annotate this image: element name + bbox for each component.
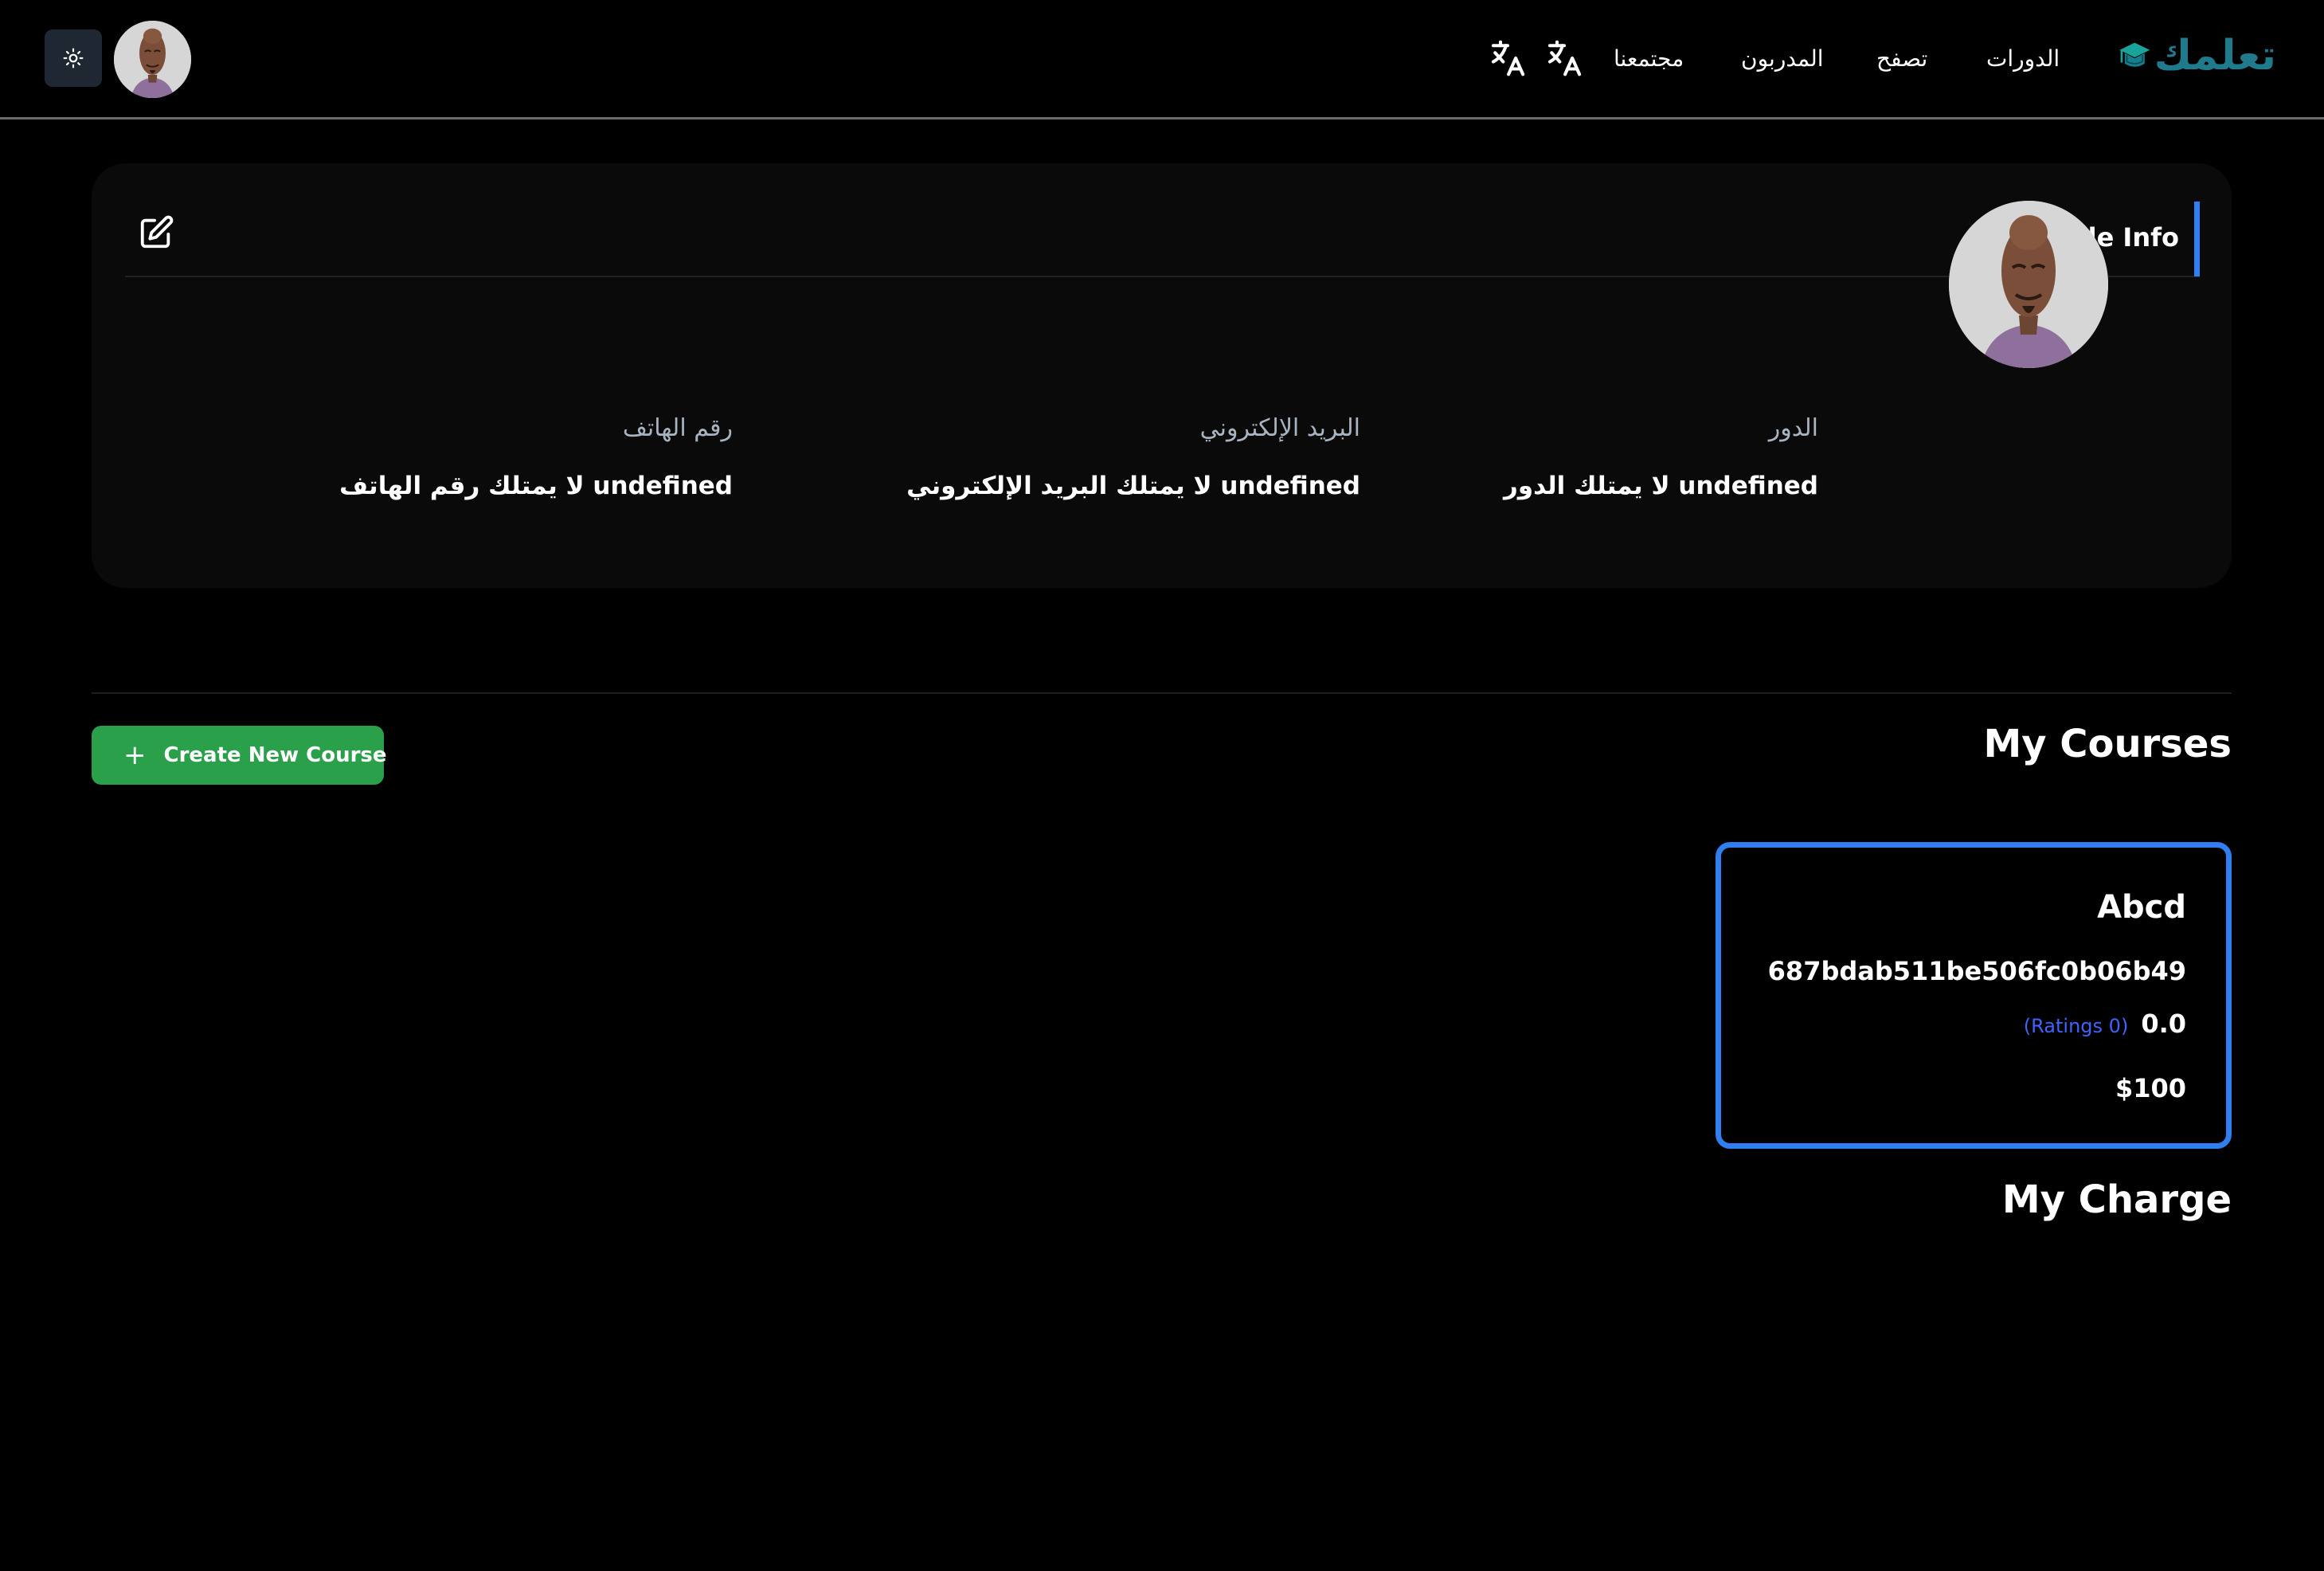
nav-link-browse[interactable]: تصفح [1876, 41, 1927, 76]
language-switch-button-alt[interactable] [1543, 36, 1586, 80]
site-logo[interactable]: تعلمك [2119, 29, 2277, 83]
edit-profile-button[interactable] [138, 214, 174, 251]
course-ratings-count: (Ratings 0) [2023, 1015, 2129, 1037]
my-courses-title: My Courses [1983, 722, 2232, 766]
language-switch-button[interactable] [1486, 36, 1529, 80]
section-divider [92, 692, 2232, 694]
translate-icon [1491, 40, 1525, 76]
title-accent-bar [2194, 202, 2200, 276]
course-price: $100 [2115, 1073, 2186, 1103]
email-field: البريد الإلكتروني undefined لا يمتلك الب… [803, 406, 1360, 508]
course-title: Abcd [2097, 889, 2186, 926]
email-label: البريد الإلكتروني [1199, 414, 1360, 442]
profile-info-card: Profile Info الدور undefined لا يمتلك ال… [92, 163, 2232, 588]
graduation-cap-icon [2119, 42, 2150, 67]
plus-icon: + [123, 739, 147, 771]
nav-link-trainers[interactable]: المدربون [1741, 41, 1824, 76]
course-rating: (Ratings 0) 0.0 [2024, 1009, 2186, 1039]
translate-icon [1547, 40, 1582, 76]
avatar-image [114, 21, 191, 98]
phone-label: رقم الهاتف [622, 414, 733, 442]
nav-link-courses[interactable]: الدورات [1986, 41, 2060, 76]
course-rating-value: 0.0 [2141, 1009, 2186, 1039]
nav-link-community[interactable]: مجتمعنا [1614, 41, 1684, 76]
theme-toggle-button[interactable] [45, 29, 102, 87]
phone-field: رقم الهاتف undefined لا يمتلك رقم الهاتف [175, 406, 733, 508]
phone-value: undefined لا يمتلك رقم الهاتف [339, 472, 733, 500]
user-avatar-menu[interactable] [114, 21, 191, 98]
logo-text: تعلمك [2154, 32, 2277, 80]
profile-card-header: Profile Info [125, 194, 2200, 277]
my-charge-title: My Charge [2001, 1177, 2232, 1222]
profile-avatar [1949, 201, 2108, 368]
email-value: undefined لا يمتلك البريد الإلكتروني [906, 472, 1360, 500]
create-new-course-button[interactable]: + Create New Course [92, 726, 387, 785]
sun-icon [63, 48, 84, 69]
create-new-course-label: Create New Course [163, 743, 387, 767]
avatar-image [1949, 201, 2108, 368]
top-navbar: مجتمعنا المدربون تصفح الدورات تعلمك [0, 0, 2324, 119]
course-card[interactable]: Abcd 687bdab511be506fc0b06b49 (Ratings 0… [1716, 842, 2232, 1149]
course-id: 687bdab511be506fc0b06b49 [1767, 956, 2186, 986]
edit-icon [140, 215, 174, 249]
